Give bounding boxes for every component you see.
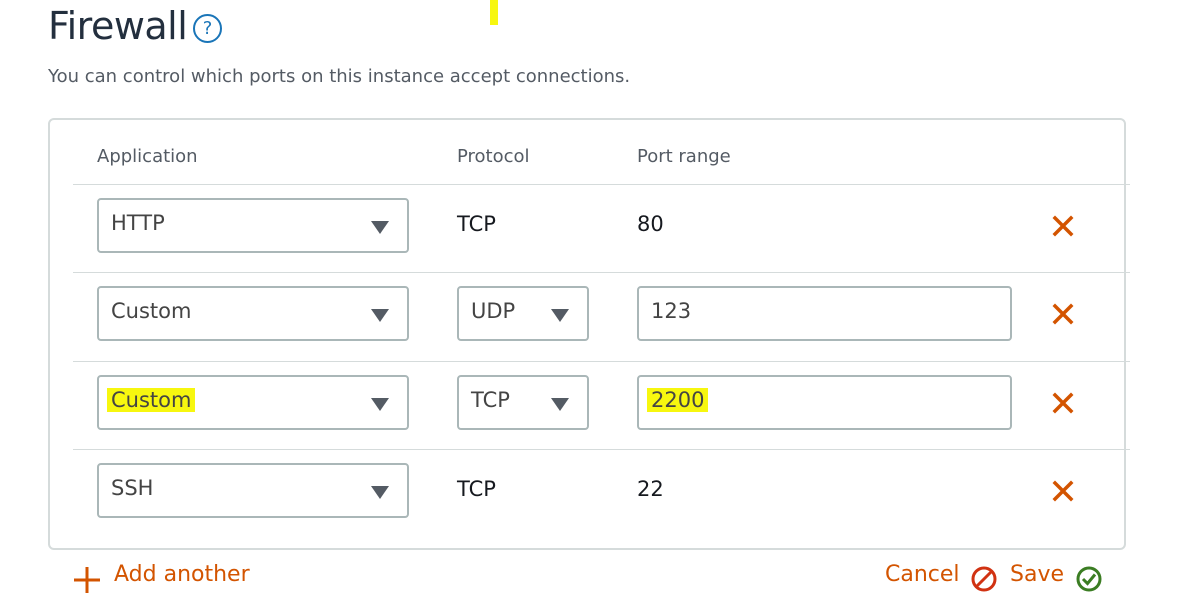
add-another-label: Add another bbox=[114, 562, 250, 587]
dropdown-caret-icon bbox=[371, 398, 389, 411]
port-range-input-value: 123 bbox=[651, 299, 692, 323]
column-header-protocol: Protocol bbox=[457, 146, 530, 167]
page-title: Firewall bbox=[48, 4, 188, 48]
dropdown-caret-icon bbox=[551, 309, 569, 322]
dropdown-caret-icon bbox=[371, 309, 389, 322]
row-divider bbox=[73, 184, 1130, 185]
row-divider bbox=[73, 272, 1130, 273]
application-select-value: SSH bbox=[111, 476, 154, 500]
application-select[interactable]: HTTP bbox=[97, 198, 409, 253]
port-range-input-value: 2200 bbox=[647, 388, 709, 412]
delete-icon[interactable] bbox=[1050, 213, 1076, 239]
delete-icon[interactable] bbox=[1050, 390, 1076, 416]
dropdown-caret-icon bbox=[371, 221, 389, 234]
application-select[interactable]: Custom bbox=[97, 286, 409, 341]
column-header-application: Application bbox=[97, 146, 198, 167]
protocol-select-value: TCP bbox=[471, 388, 510, 412]
row-divider bbox=[73, 361, 1130, 362]
cancel-button[interactable]: Cancel bbox=[885, 562, 960, 587]
protocol-value: TCP bbox=[457, 477, 496, 501]
application-select-value: Custom bbox=[111, 299, 192, 323]
column-header-port-range: Port range bbox=[637, 146, 731, 167]
help-icon[interactable]: ? bbox=[193, 14, 222, 43]
row-divider bbox=[73, 449, 1130, 450]
application-select-value: HTTP bbox=[111, 211, 165, 235]
application-select[interactable]: SSH bbox=[97, 463, 409, 518]
application-select[interactable]: Custom bbox=[97, 375, 409, 430]
protocol-select[interactable]: TCP bbox=[457, 375, 589, 430]
port-range-value: 80 bbox=[637, 212, 664, 236]
cancel-icon[interactable] bbox=[970, 565, 998, 597]
port-range-input[interactable]: 123 bbox=[637, 286, 1012, 341]
protocol-select-value: UDP bbox=[471, 299, 516, 323]
delete-icon[interactable] bbox=[1050, 478, 1076, 504]
delete-icon[interactable] bbox=[1050, 301, 1076, 327]
port-range-value: 22 bbox=[637, 477, 664, 501]
text-cursor-highlight bbox=[490, 0, 498, 25]
dropdown-caret-icon bbox=[551, 398, 569, 411]
dropdown-caret-icon bbox=[371, 486, 389, 499]
plus-icon bbox=[72, 565, 102, 601]
application-select-value: Custom bbox=[107, 388, 196, 412]
save-button[interactable]: Save bbox=[1010, 562, 1064, 587]
protocol-select[interactable]: UDP bbox=[457, 286, 589, 341]
protocol-value: TCP bbox=[457, 212, 496, 236]
check-circle-icon[interactable] bbox=[1075, 565, 1103, 597]
port-range-input[interactable]: 2200 bbox=[637, 375, 1012, 430]
page-description: You can control which ports on this inst… bbox=[48, 66, 631, 87]
